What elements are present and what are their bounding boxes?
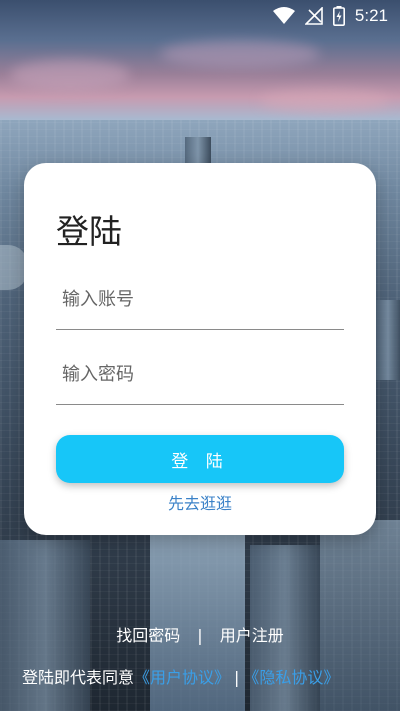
agreement-text: 登陆即代表同意《用户协议》 | 《隐私协议》 xyxy=(22,664,339,688)
agreement-divider: | xyxy=(234,668,240,687)
find-password-link[interactable]: 找回密码 xyxy=(116,626,180,645)
privacy-agreement-link[interactable]: 《隐私协议》 xyxy=(243,668,339,687)
building xyxy=(376,300,400,380)
page-title: 登陆 xyxy=(56,212,122,251)
cloud xyxy=(10,60,130,90)
login-button[interactable]: 登 陆 xyxy=(56,435,344,483)
account-input[interactable] xyxy=(56,270,344,329)
battery-charging-icon xyxy=(332,6,345,26)
cloud xyxy=(160,40,320,68)
browse-first-link[interactable]: 先去逛逛 xyxy=(24,490,376,514)
clock: 5:21 xyxy=(354,6,388,25)
status-bar: 5:21 xyxy=(0,0,400,32)
wifi-icon xyxy=(272,7,295,25)
footer-links: 找回密码 | 用户注册 xyxy=(0,622,400,646)
account-field xyxy=(56,270,344,330)
agreement-prefix: 登陆即代表同意 xyxy=(22,668,135,687)
footer-divider: | xyxy=(197,626,203,645)
user-agreement-link[interactable]: 《用户协议》 xyxy=(134,668,230,687)
cloud xyxy=(260,90,390,112)
login-card: 登陆 登 陆 先去逛逛 xyxy=(24,163,376,535)
password-field xyxy=(56,345,344,405)
register-link[interactable]: 用户注册 xyxy=(220,626,284,645)
password-input[interactable] xyxy=(56,345,344,404)
no-signal-icon xyxy=(304,7,323,25)
